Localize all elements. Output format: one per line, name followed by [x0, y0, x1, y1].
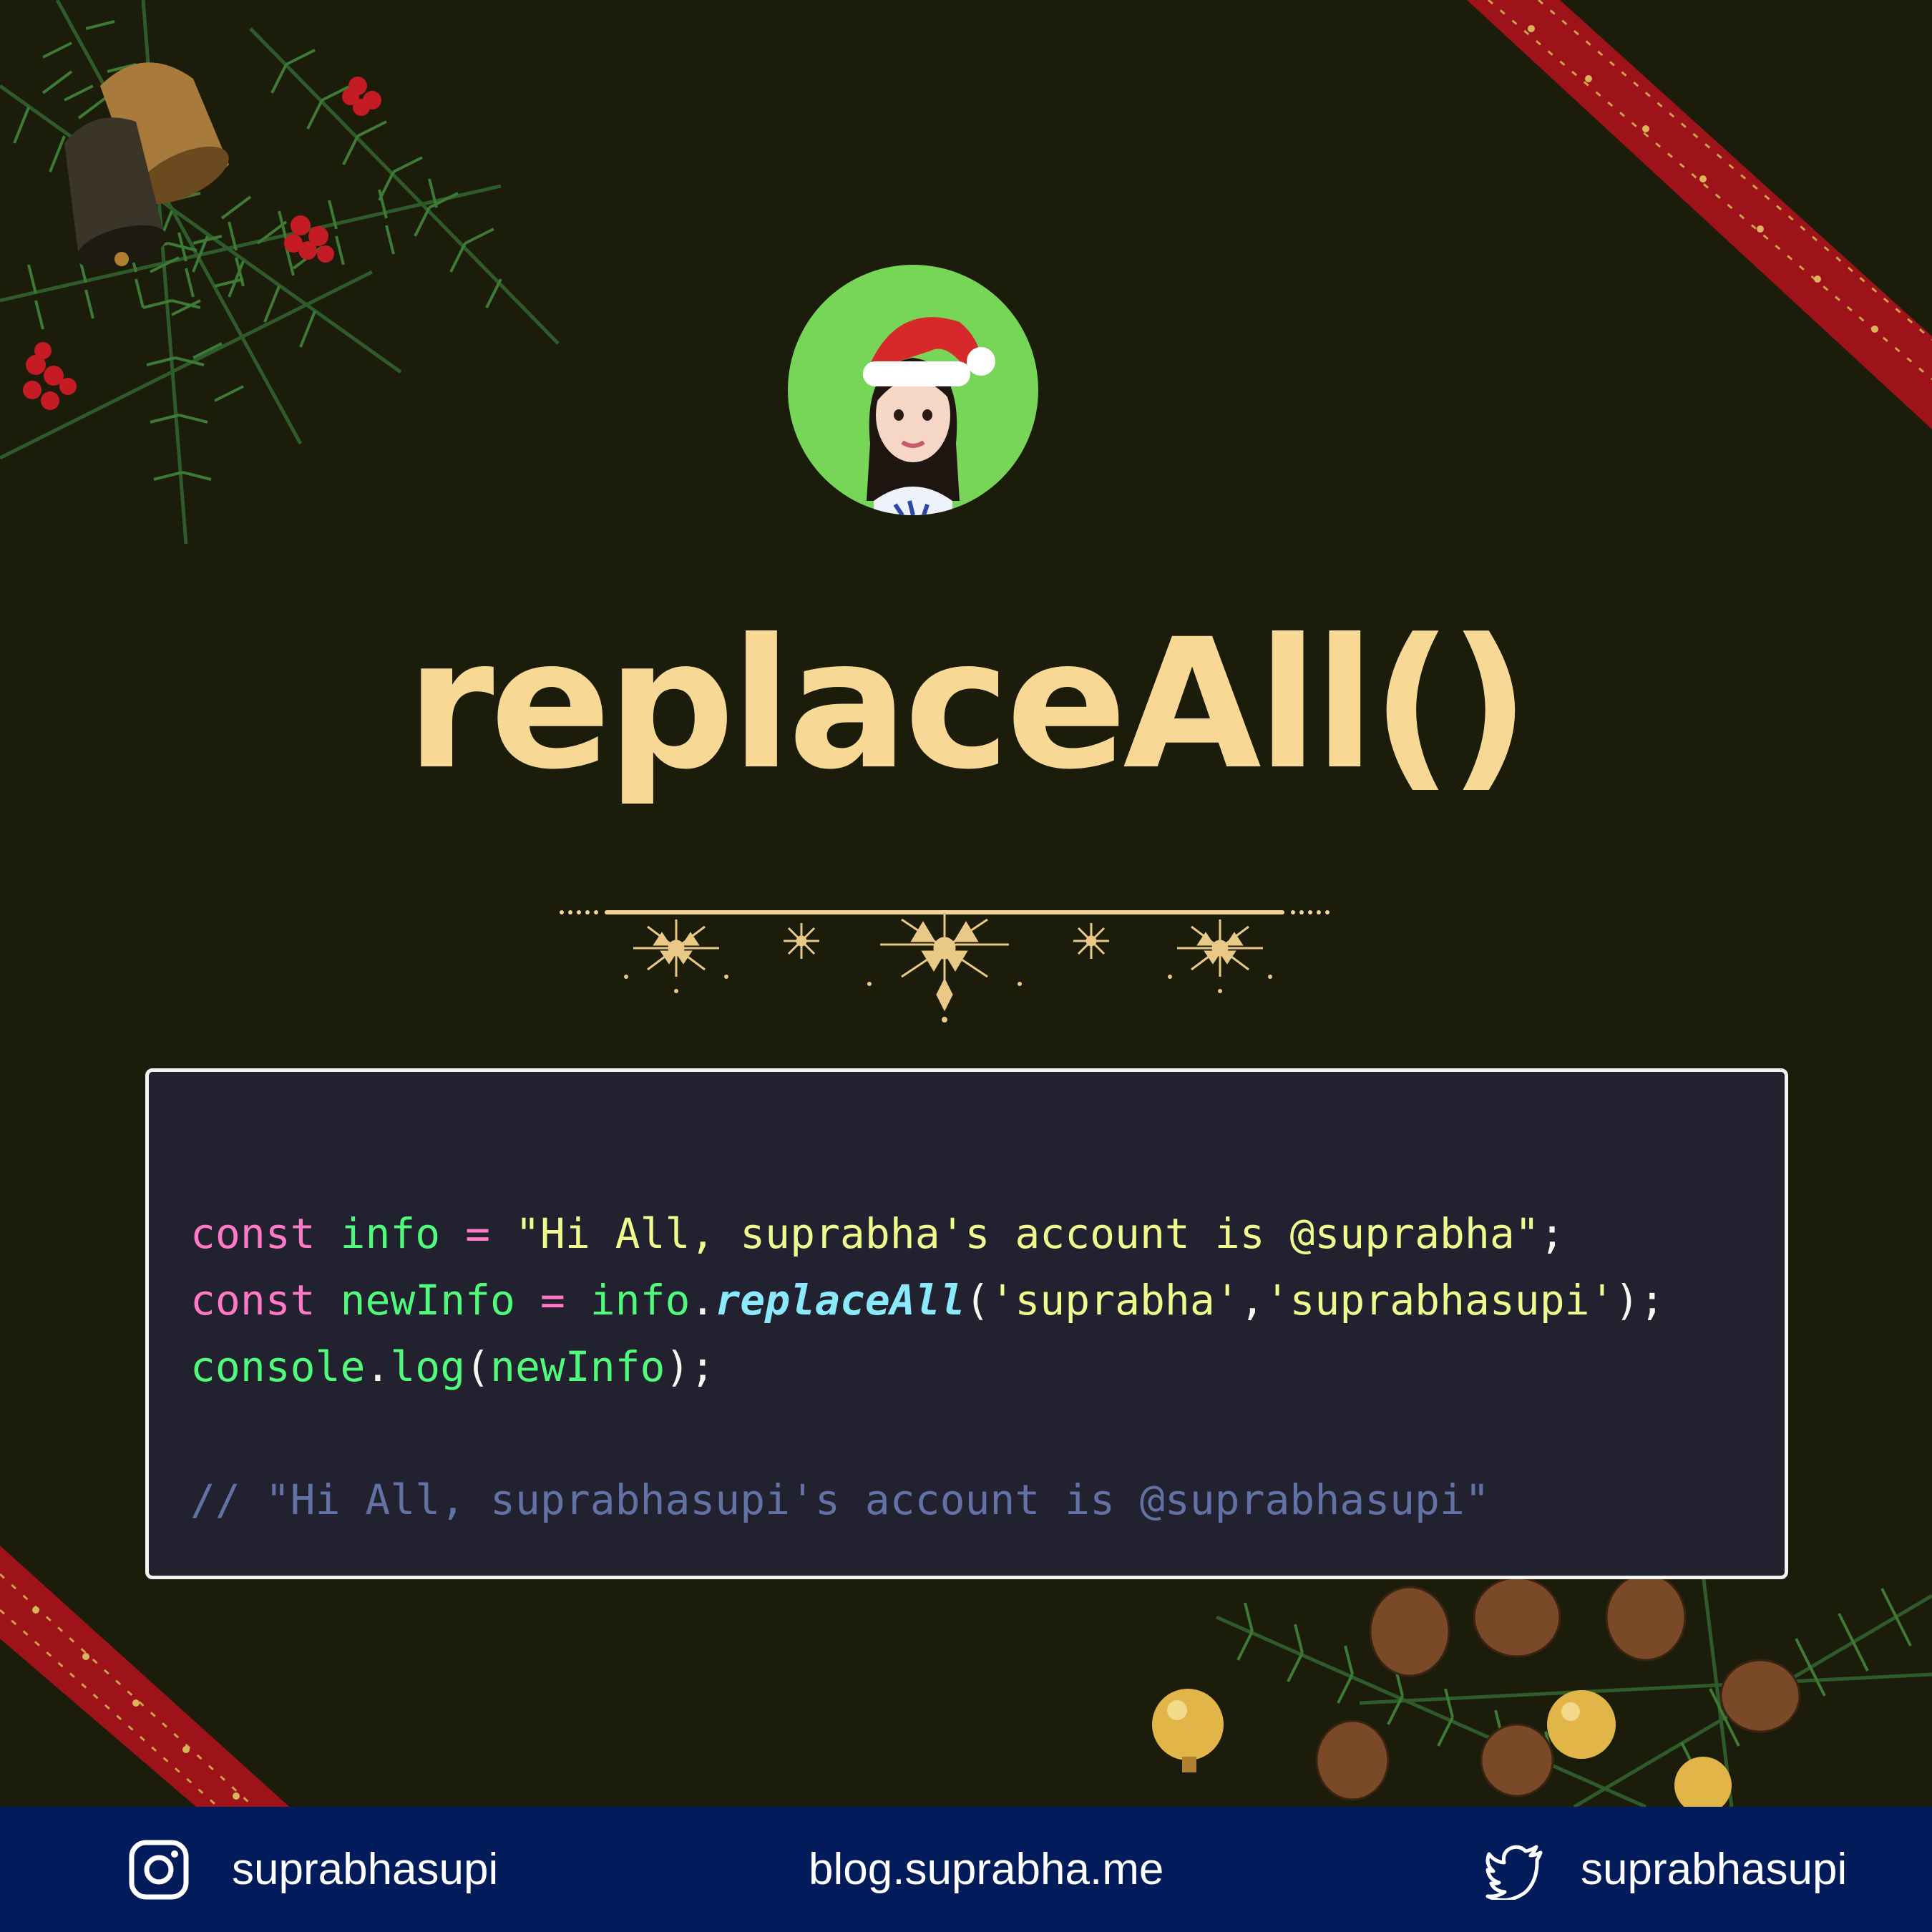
- code-object: info: [590, 1276, 691, 1324]
- code-punctuation: (: [965, 1276, 990, 1324]
- blog-url: blog.suprabha.me: [809, 1845, 1164, 1894]
- code-operator: =: [540, 1276, 565, 1324]
- code-line-1: const info = "Hi All, suprabha's account…: [190, 1201, 1785, 1267]
- code-keyword: const: [190, 1209, 316, 1258]
- avatar-santa-hat-icon: [863, 317, 995, 515]
- code-punctuation: .: [365, 1342, 391, 1391]
- code-argument: newInfo: [490, 1342, 665, 1391]
- code-variable: newInfo: [340, 1276, 515, 1324]
- snowflake-divider-icon: [560, 910, 1330, 1023]
- code-string: "Hi All, suprabha's account is @suprabha…: [514, 1209, 1540, 1258]
- page-title: replaceAll(): [406, 600, 1530, 809]
- avatar: [788, 265, 1038, 515]
- code-string: 'suprabhasupi': [1264, 1276, 1615, 1324]
- code-function: replaceAll: [715, 1276, 965, 1324]
- code-comment: // "Hi All, suprabhasupi's account is @s…: [190, 1475, 1490, 1524]
- code-line-3: console.log(newInfo);: [190, 1334, 1785, 1400]
- code-operator: =: [465, 1209, 491, 1258]
- code-block: const info = "Hi All, suprabha's account…: [145, 1068, 1788, 1579]
- twitter-icon: [1485, 1845, 1543, 1900]
- code-variable: info: [340, 1209, 441, 1258]
- code-punctuation: ,: [1239, 1276, 1265, 1324]
- code-keyword: const: [190, 1276, 316, 1324]
- pine-branch-top-left-decoration: [0, 0, 560, 545]
- code-punctuation: .: [690, 1276, 716, 1324]
- code-punctuation: ;: [1539, 1209, 1565, 1258]
- code-string: 'suprabha': [990, 1276, 1240, 1324]
- footer-blog-link[interactable]: blog.suprabha.me: [809, 1807, 1163, 1932]
- footer-twitter[interactable]: suprabhasupi: [1485, 1807, 1847, 1932]
- code-object: console: [190, 1342, 366, 1391]
- instagram-handle: suprabhasupi: [232, 1845, 499, 1894]
- code-punctuation: );: [1614, 1276, 1665, 1324]
- footer-bar: suprabhasupi blog.suprabha.me suprabhasu…: [0, 1807, 1932, 1932]
- code-function: log: [390, 1342, 466, 1391]
- footer-instagram[interactable]: suprabhasupi: [129, 1807, 498, 1932]
- instagram-icon: [129, 1840, 189, 1899]
- code-punctuation: (: [465, 1342, 491, 1391]
- red-ribbon-top-right-decoration: [1467, 0, 1932, 429]
- code-line-2: const newInfo = info.replaceAll('suprabh…: [190, 1267, 1785, 1334]
- twitter-handle: suprabhasupi: [1581, 1845, 1848, 1894]
- code-punctuation: );: [665, 1342, 716, 1391]
